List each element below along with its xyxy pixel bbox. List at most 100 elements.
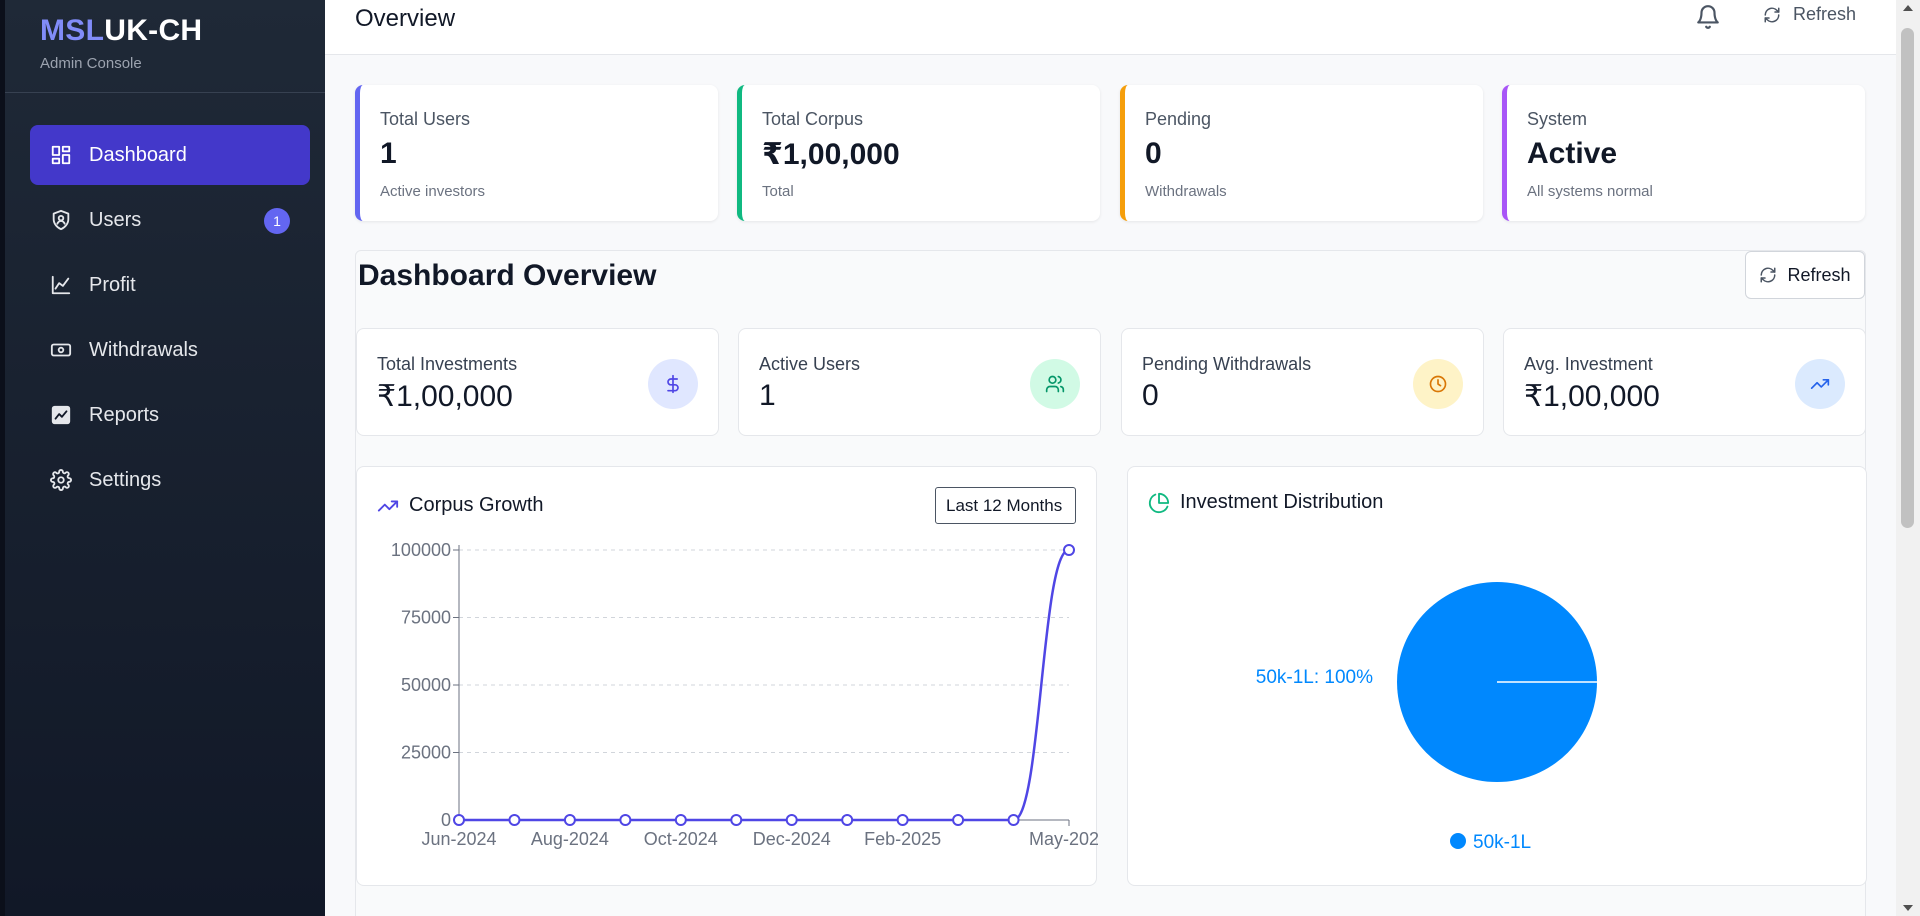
metric-value: ₹1,00,000: [377, 380, 513, 413]
data-point: [730, 814, 743, 826]
stat-card-total-users: Total Users 1 Active investors: [355, 85, 718, 221]
refresh-icon: [1760, 267, 1776, 283]
sidebar-item-settings[interactable]: Settings: [30, 450, 310, 510]
data-point: [1007, 814, 1020, 826]
data-point: [785, 814, 798, 826]
gear-icon: [50, 469, 72, 491]
refresh-icon: [1764, 7, 1780, 22]
overview-refresh-label: Refresh: [1787, 264, 1851, 285]
sidebar-item-label: Profit: [89, 273, 136, 296]
line-chart-icon: [50, 274, 72, 296]
stat-label: Pending: [1145, 109, 1212, 129]
y-tick-label: 75000: [401, 608, 451, 628]
sidebar-item-label: Users: [89, 208, 142, 231]
x-tick-label: May-2025: [1029, 829, 1098, 849]
sidebar-item-label: Reports: [89, 403, 160, 426]
corpus-growth-card: Corpus Growth Last 12 Months 0 25000 50000…: [356, 466, 1098, 886]
banknote-icon: [50, 339, 72, 361]
legend-label: 50k-1L: [1473, 832, 1531, 853]
stat-card-pending: Pending 0 Withdrawals: [1120, 85, 1483, 221]
dollar-icon: [648, 359, 698, 409]
metric-value: 0: [1142, 379, 1159, 412]
metric-value: ₹1,00,000: [1524, 380, 1660, 413]
clock-icon: [1413, 359, 1463, 409]
stat-subtext: Active investors: [380, 183, 486, 200]
metric-card-pending-withdrawals: Pending Withdrawals 0: [1121, 328, 1484, 436]
investment-distribution-card: Investment Distribution 50k-1L: 100% 50k-…: [1127, 466, 1867, 886]
brand-subtitle: Admin Console: [40, 55, 142, 72]
section-title: Dashboard Overview: [358, 259, 657, 292]
metric-value: 1: [759, 379, 776, 412]
data-point: [1063, 544, 1075, 556]
stat-label: System: [1527, 109, 1588, 129]
pie-slice-label: 50k-1L: 100%: [1256, 667, 1373, 688]
data-point: [841, 814, 854, 826]
dashboard-overview-panel: Dashboard Overview Refresh Total Investm…: [355, 250, 1867, 916]
sidebar-item-profit[interactable]: Profit: [30, 255, 310, 315]
corpus-growth-chart: 0 25000 50000 75000 100000 Jun-2024 Aug-2024 Oc…: [391, 540, 1098, 849]
sidebar-item-withdrawals[interactable]: Withdrawals: [30, 320, 310, 380]
stat-card-system: System Active All systems normal: [1502, 85, 1865, 221]
app: MSLUK-CH Admin Console Dashboard Users 1: [0, 0, 1920, 916]
divider: [5, 92, 325, 93]
x-tick-label: Aug-2024: [531, 829, 609, 849]
stat-label: Total Corpus: [762, 109, 864, 129]
data-point: [563, 814, 576, 826]
x-tick-label: Dec-2024: [753, 829, 831, 849]
sidebar-item-label: Dashboard: [89, 143, 187, 166]
user-shield-icon: [50, 209, 72, 231]
users-icon: [1030, 359, 1080, 409]
stat-value: 1: [380, 137, 397, 170]
y-tick-label: 50000: [401, 675, 451, 695]
y-tick-label: 100000: [391, 540, 451, 560]
stat-value: ₹1,00,000: [762, 138, 900, 171]
metric-label: Total Investments: [377, 354, 518, 374]
investment-distribution-chart: 50k-1L: 100% 50k-1L: [1256, 582, 1597, 853]
metric-card-total-investments: Total Investments ₹1,00,000: [356, 328, 719, 436]
bell-icon[interactable]: [1695, 4, 1721, 30]
top-header: Overview Refresh: [325, 0, 1896, 55]
stat-subtext: Withdrawals: [1145, 183, 1227, 200]
stat-value: Active: [1527, 137, 1618, 170]
overview-refresh-button[interactable]: Refresh: [1745, 251, 1865, 299]
report-chart-icon: [50, 404, 72, 426]
stat-card-total-corpus: Total Corpus ₹1,00,000 Total: [737, 85, 1100, 221]
x-tick-label: Feb-2025: [864, 829, 941, 849]
page-scrollbar[interactable]: [1896, 0, 1920, 916]
y-tick-label: 25000: [401, 743, 451, 763]
sidebar-nav: Dashboard Users 1 Profit Withdrawals Rep…: [30, 125, 310, 515]
stat-subtext: Total: [762, 183, 794, 200]
header-refresh-label: Refresh: [1793, 4, 1857, 24]
scroll-up-arrow[interactable]: [1903, 5, 1913, 11]
data-point: [453, 814, 465, 826]
data-point: [508, 814, 521, 826]
brand-part2: UK-CH: [104, 14, 203, 47]
brand-part1: MSL: [40, 14, 105, 47]
trending-up-icon: [1795, 359, 1845, 409]
stat-value: 0: [1145, 137, 1162, 170]
legend-marker: [1450, 833, 1466, 849]
page-title: Overview: [355, 5, 456, 32]
stat-subtext: All systems normal: [1527, 183, 1653, 200]
sidebar-item-label: Withdrawals: [89, 338, 198, 361]
metric-label: Avg. Investment: [1524, 354, 1653, 374]
metric-label: Active Users: [759, 354, 861, 374]
scroll-thumb[interactable]: [1901, 28, 1914, 528]
data-point: [952, 814, 965, 826]
metric-label: Pending Withdrawals: [1142, 354, 1312, 374]
dashboard-icon: [50, 144, 72, 166]
sidebar-item-users[interactable]: Users 1: [30, 190, 310, 250]
sidebar: MSLUK-CH Admin Console Dashboard Users 1: [0, 0, 325, 916]
sidebar-item-dashboard[interactable]: Dashboard: [30, 125, 310, 185]
metric-card-avg-investment: Avg. Investment ₹1,00,000: [1503, 328, 1866, 436]
y-tick-label: 0: [441, 810, 451, 830]
scroll-down-arrow[interactable]: [1903, 905, 1913, 911]
data-point: [619, 814, 632, 826]
sidebar-item-label: Settings: [89, 468, 162, 491]
brand-logo[interactable]: MSLUK-CH: [40, 14, 202, 48]
sidebar-item-reports[interactable]: Reports: [30, 385, 310, 445]
stat-label: Total Users: [380, 109, 471, 129]
x-tick-label: Jun-2024: [421, 829, 496, 849]
x-tick-label: Oct-2024: [644, 829, 718, 849]
header-refresh-button[interactable]: Refresh: [1763, 4, 1856, 25]
